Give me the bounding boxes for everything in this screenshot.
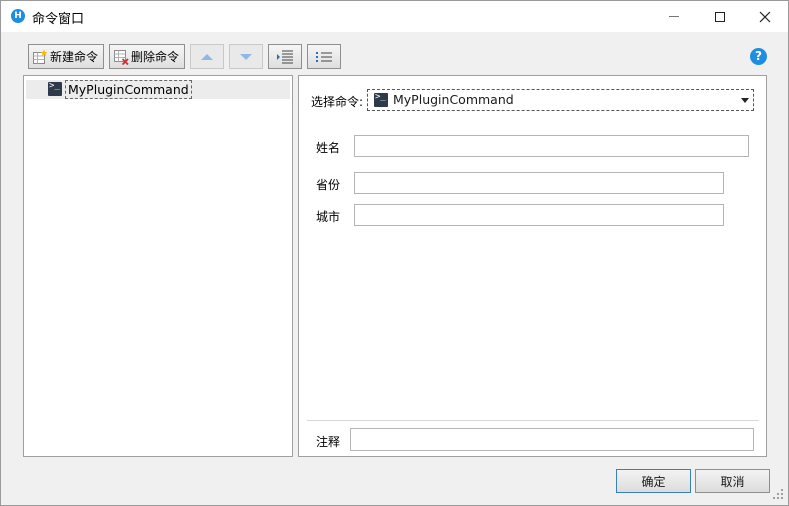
maximize-icon: [715, 11, 725, 22]
command-properties-panel: 选择命令: MyPluginCommand 姓名 省份 城市 注释: [298, 75, 767, 457]
app-logo-icon: H: [11, 9, 25, 23]
outdent-icon: [316, 51, 332, 62]
comment-field[interactable]: [350, 428, 754, 451]
province-field[interactable]: [354, 172, 724, 194]
arrow-up-icon: [201, 53, 213, 60]
close-button[interactable]: [742, 1, 788, 32]
indent-icon: [277, 50, 293, 63]
new-command-button[interactable]: 新建命令: [28, 44, 104, 69]
arrow-down-icon: [240, 53, 252, 60]
name-field[interactable]: [354, 135, 749, 157]
comment-label: 注释: [316, 435, 341, 449]
city-field[interactable]: [354, 204, 724, 226]
title-bar[interactable]: H 命令窗口: [1, 1, 788, 32]
delete-command-label: 删除命令: [131, 50, 180, 64]
select-command-value: MyPluginCommand: [393, 92, 514, 107]
name-label: 姓名: [316, 141, 341, 155]
terminal-icon: [374, 92, 388, 107]
dropdown-arrow-icon: [741, 98, 749, 103]
new-command-label: 新建命令: [50, 50, 99, 64]
indent-button[interactable]: [268, 44, 302, 69]
minimize-button[interactable]: [651, 1, 697, 32]
terminal-icon: [48, 81, 62, 96]
minimize-icon: [669, 16, 679, 17]
help-icon[interactable]: ?: [750, 48, 767, 65]
window-title: 命令窗口: [32, 12, 85, 27]
province-label: 省份: [316, 178, 341, 192]
city-label: 城市: [316, 210, 341, 224]
maximize-button[interactable]: [697, 1, 743, 32]
outdent-button[interactable]: [307, 44, 341, 69]
cancel-button[interactable]: 取消: [695, 469, 770, 493]
tree-item-label: MyPluginCommand: [65, 80, 192, 99]
delete-command-icon: [113, 49, 129, 65]
move-up-button[interactable]: [190, 44, 224, 69]
divider: [307, 420, 759, 421]
select-command-label: 选择命令:: [311, 95, 364, 109]
move-down-button[interactable]: [229, 44, 263, 69]
command-tree-panel: MyPluginCommand: [23, 75, 293, 457]
close-icon: [759, 11, 771, 22]
command-window: H 命令窗口 新建命令 删除命令 ? >_ MyPluginCommand 选择…: [0, 0, 789, 506]
delete-command-button[interactable]: 删除命令: [109, 44, 185, 69]
resize-grip-icon[interactable]: [773, 489, 785, 501]
select-command-dropdown[interactable]: MyPluginCommand: [367, 89, 754, 111]
new-command-icon: [32, 49, 48, 65]
tree-item-mypluginCommand[interactable]: MyPluginCommand: [26, 80, 290, 99]
ok-button[interactable]: 确定: [616, 469, 691, 493]
